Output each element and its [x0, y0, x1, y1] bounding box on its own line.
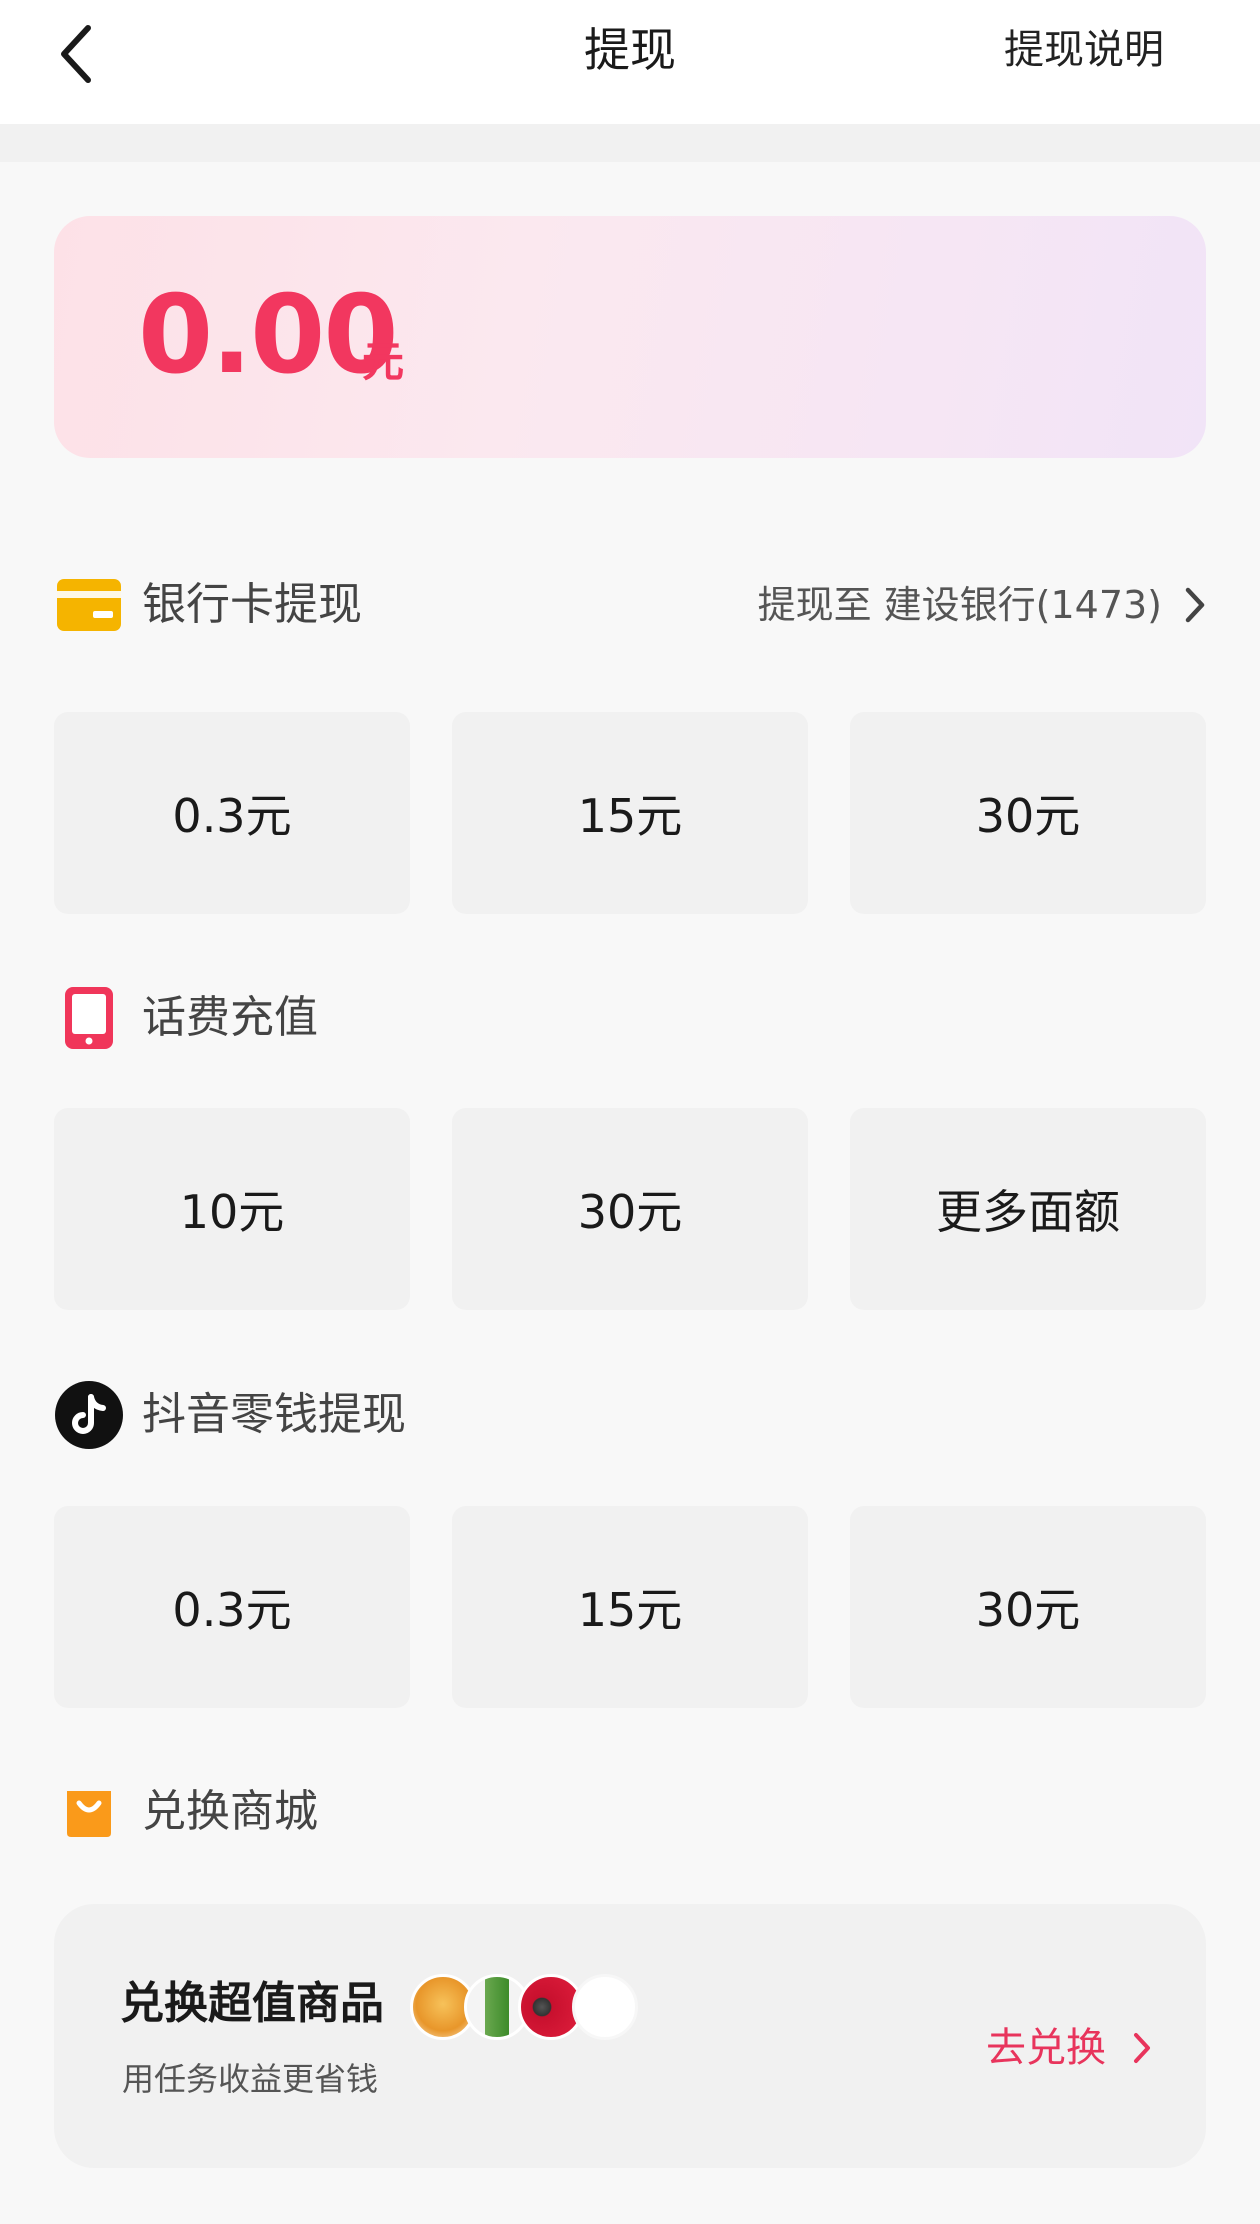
section-title-mall: 兑换商城	[142, 1786, 318, 1837]
mall-card-title: 兑换超值商品	[120, 1978, 384, 2029]
go-exchange-button[interactable]: 去兑换	[986, 2016, 1152, 2080]
bank-amount-options: 0.3元 15元 30元	[54, 712, 1206, 914]
bank-option-1[interactable]: 0.3元	[54, 712, 410, 914]
bank-target-label: 提现至 建设银行(1473)	[757, 583, 1162, 627]
section-douyin-withdraw: 抖音零钱提现	[54, 1380, 1206, 1450]
bank-option-2[interactable]: 15元	[452, 712, 808, 914]
exchange-mall-card[interactable]: 兑换超值商品 用任务收益更省钱 去兑换	[54, 1904, 1206, 2168]
douyin-option-2[interactable]: 15元	[452, 1506, 808, 1708]
phone-amount-options: 10元 30元 更多面额	[54, 1108, 1206, 1310]
go-exchange-label: 去兑换	[986, 2025, 1106, 2071]
balance-card: 0.00 元	[54, 216, 1206, 458]
douyin-option-1[interactable]: 0.3元	[54, 1506, 410, 1708]
section-title-bank: 银行卡提现	[142, 579, 362, 630]
section-title-douyin: 抖音零钱提现	[142, 1389, 406, 1440]
bank-card-icon	[54, 570, 124, 640]
chevron-right-icon	[1134, 2033, 1150, 2063]
phone-option-2[interactable]: 30元	[452, 1108, 808, 1310]
bank-target-selector[interactable]: 提现至 建设银行(1473)	[758, 570, 1206, 640]
douyin-icon	[54, 1380, 124, 1450]
balance-amount: 0.00	[138, 273, 398, 398]
balance-unit: 元	[362, 337, 405, 386]
section-exchange-mall: 兑换商城	[54, 1777, 1206, 1847]
product-thumb-white	[572, 1974, 638, 2040]
section-phone-recharge: 话费充值	[54, 983, 1206, 1053]
product-thumbnails	[410, 1974, 640, 2044]
section-bank-withdraw: 银行卡提现 提现至 建设银行(1473)	[54, 570, 1206, 640]
douyin-amount-options: 0.3元 15元 30元	[54, 1506, 1206, 1708]
phone-option-more[interactable]: 更多面额	[850, 1108, 1206, 1310]
douyin-option-3[interactable]: 30元	[850, 1506, 1206, 1708]
section-title-phone: 话费充值	[142, 992, 318, 1043]
header-divider	[0, 124, 1260, 162]
chevron-right-icon	[1185, 587, 1205, 623]
phone-option-1[interactable]: 10元	[54, 1108, 410, 1310]
shopping-bag-icon	[54, 1777, 124, 1847]
top-nav-bar: 提现 提现说明	[0, 0, 1260, 124]
phone-icon	[54, 983, 124, 1053]
withdraw-help-link[interactable]: 提现说明	[1004, 18, 1164, 82]
mall-card-subtitle: 用任务收益更省钱	[122, 2060, 379, 2098]
bank-option-3[interactable]: 30元	[850, 712, 1206, 914]
